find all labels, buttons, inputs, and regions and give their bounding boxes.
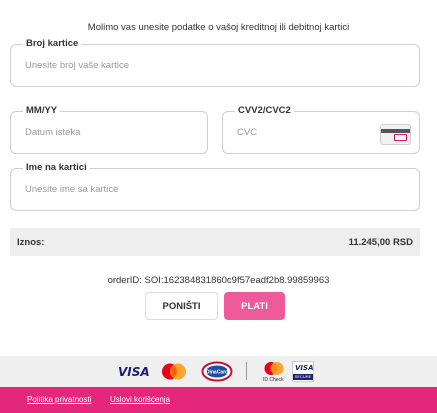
expiry-field[interactable]: MM/YY [10,104,208,154]
mastercard-logo [162,363,186,380]
cvc-field[interactable]: CVV2/CVC2 [222,104,420,154]
visa-secure-visa-text: VISA [295,364,314,372]
expiry-input[interactable] [25,112,193,153]
privacy-policy-link[interactable]: Politika privatnosti [27,395,91,404]
footer: Politika privatnosti Uslovi korišćenja [0,387,437,413]
pay-button[interactable]: PLATI [224,292,285,320]
amount-value: 11.245,00 RSD [348,237,413,248]
card-cvc-icon [380,124,411,145]
visa-secure-logo: VISA SECURE [292,361,314,382]
idcheck-text: ID Check [263,377,284,383]
terms-link[interactable]: Uslovi korišćenja [110,395,170,404]
amount-row: Iznos: 11.245,00 RSD [10,228,420,256]
intro-text: Molimo vas unesite podatke o vašoj kredi… [87,22,350,33]
card-logos-bar: VISA DinaCard ID Check VISA SECURE [0,356,437,387]
visa-secure-text: SECURE [293,374,313,380]
dinacard-text: DinaCard [206,370,228,376]
cancel-button[interactable]: PONIŠTI [145,292,218,320]
card-number-field[interactable]: Broj kartice [10,37,420,87]
order-id: orderID: SOI:162384831860c9f57eadf2b8.99… [107,275,330,286]
mastercard-idcheck-logo [264,362,284,375]
dinacard-logo: DinaCard [201,361,233,382]
cardholder-name-field[interactable]: Ime na kartici [10,161,420,211]
cvc-input[interactable] [237,112,369,153]
logos-divider [246,362,247,380]
amount-label: Iznos: [17,237,45,248]
card-number-input[interactable] [25,45,405,86]
cardholder-name-input[interactable] [25,169,405,210]
visa-logo: VISA [118,365,150,379]
